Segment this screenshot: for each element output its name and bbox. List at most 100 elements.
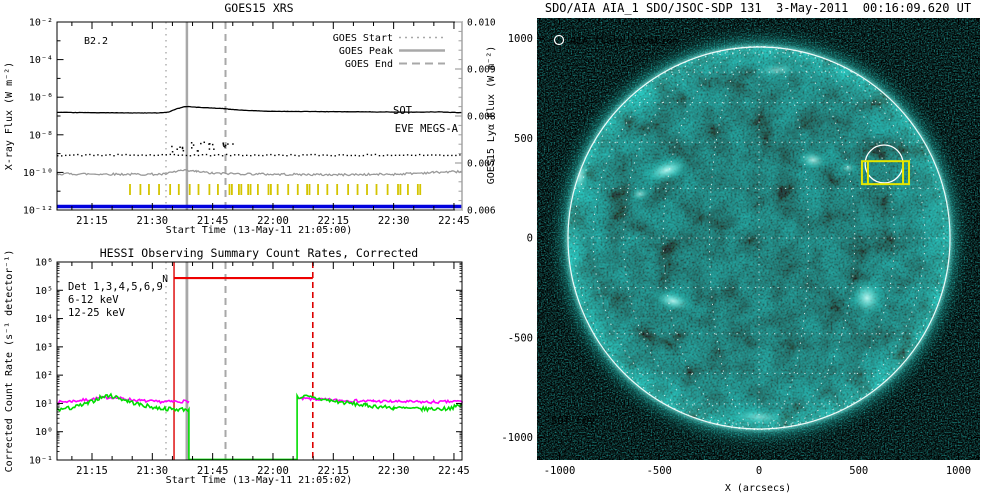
dot: [157, 154, 159, 156]
dot: [205, 153, 208, 156]
dot: [294, 154, 296, 157]
dot: [254, 154, 256, 156]
dot: [431, 154, 433, 156]
dot: [227, 143, 229, 145]
y-tick-label: 10¹: [35, 399, 53, 410]
dot: [306, 154, 308, 156]
dot: [223, 145, 225, 148]
dot: [370, 154, 373, 156]
goes-short-channel-dots: [57, 141, 461, 157]
dot: [402, 154, 405, 156]
dot: [171, 145, 173, 148]
legend-label: 12-25 keV: [68, 307, 126, 319]
y-tick-label: -500: [508, 332, 533, 344]
dot: [459, 154, 461, 156]
sun-image: AIA flare location SOT FOV: [537, 18, 980, 460]
hessi-legend: Det 1,3,4,5,6,96-12 keV12-25 keV: [68, 281, 163, 319]
dot: [213, 154, 216, 156]
dot: [153, 154, 155, 157]
dot: [338, 154, 340, 156]
goes-title: GOES15 XRS: [224, 1, 293, 15]
goes-yaxis-label: X-ray Flux (W m⁻²): [4, 62, 15, 170]
x-tick-label: -1000: [544, 465, 576, 477]
flare-legend-label: AIA flare location: [570, 36, 678, 47]
dot: [192, 144, 195, 146]
dot: [382, 154, 385, 157]
y-tick-label: 10³: [35, 342, 53, 353]
goes-legend: GOES Start GOES Peak GOES End: [333, 33, 445, 70]
x-tick-label: 21:15: [76, 215, 108, 227]
dot: [211, 143, 214, 146]
y-tick-label: 500: [514, 133, 533, 145]
dot: [176, 148, 178, 150]
dot: [89, 153, 91, 156]
x-tick-label: -500: [647, 465, 672, 477]
legend-label: GOES Start: [333, 33, 393, 44]
dot: [209, 143, 211, 145]
dot: [213, 148, 215, 150]
dot: [286, 155, 288, 157]
dot: [189, 155, 192, 157]
dot: [318, 154, 320, 157]
dot: [443, 154, 445, 157]
x-tick-label: 22:30: [378, 465, 410, 477]
dot: [326, 154, 328, 156]
sdo-aia-solar-image-panel: SDO/AIA AIA_1 SDO/JSOC-SDP 131 3-May-201…: [501, 1, 980, 494]
dot: [69, 154, 71, 156]
hessi-render-layer: 21:15 21:30 21:45 22:00 22:15 22:30 22:4510⁶10…: [29, 258, 470, 478]
dot: [310, 153, 312, 156]
dot: [171, 151, 174, 153]
dot: [414, 154, 417, 157]
dot: [398, 154, 401, 156]
dot: [451, 154, 453, 157]
dot: [406, 154, 409, 156]
hessi-night-flag-label: N: [162, 274, 168, 285]
sot-fov-label: SOT FOV: [551, 415, 596, 427]
legend-label: 6-12 keV: [68, 294, 119, 306]
dot: [342, 154, 344, 156]
dot: [85, 154, 87, 156]
dot: [133, 154, 135, 156]
dot: [197, 150, 199, 152]
dot: [165, 154, 167, 156]
dot: [117, 153, 119, 156]
goes-xaxis-label: Start Time (13-May-11 21:05:00): [166, 225, 353, 236]
dot: [145, 154, 147, 157]
dot: [278, 154, 280, 156]
dot: [149, 154, 151, 156]
y-tick-label: 10⁻²: [29, 18, 53, 29]
dot: [217, 153, 220, 156]
x-tick-label: 21:30: [137, 215, 169, 227]
hessi-count-rates-chart: 21:15 21:30 21:45 22:00 22:15 22:30 22:4510⁶10…: [4, 246, 470, 486]
dot: [366, 153, 369, 156]
dot: [422, 154, 425, 157]
y-tick-label: 10⁻¹: [29, 456, 53, 467]
x-tick-label: 21:30: [137, 465, 169, 477]
x-tick-label: 22:30: [378, 215, 410, 227]
dot: [266, 154, 268, 156]
x-axis: 21:15 21:30 21:45 22:00 22:15 22:30 22:45: [71, 262, 470, 477]
hessi-yaxis-label: Corrected Count Rate (s⁻¹ detector⁻¹): [4, 250, 15, 473]
dot: [455, 154, 457, 157]
aia-xaxis-label: X (arcsecs): [725, 483, 791, 494]
y-tick-label: -1000: [501, 432, 533, 444]
dot: [193, 154, 196, 156]
dot: [61, 155, 63, 157]
hxr-12-25-line: [56, 392, 463, 461]
y-tick-label: 10⁻⁶: [29, 93, 53, 104]
dot: [447, 154, 449, 157]
dot: [362, 154, 365, 157]
dot: [274, 154, 276, 157]
dot: [322, 154, 324, 156]
dot: [209, 155, 212, 157]
dot: [225, 153, 228, 156]
dot: [173, 153, 176, 156]
dot: [182, 149, 185, 152]
dot: [435, 154, 437, 156]
dot: [354, 154, 357, 157]
dot: [378, 154, 381, 157]
dot: [129, 154, 131, 156]
dot: [161, 153, 163, 156]
dot: [250, 154, 252, 157]
y-tick-label: 10²: [35, 371, 53, 382]
